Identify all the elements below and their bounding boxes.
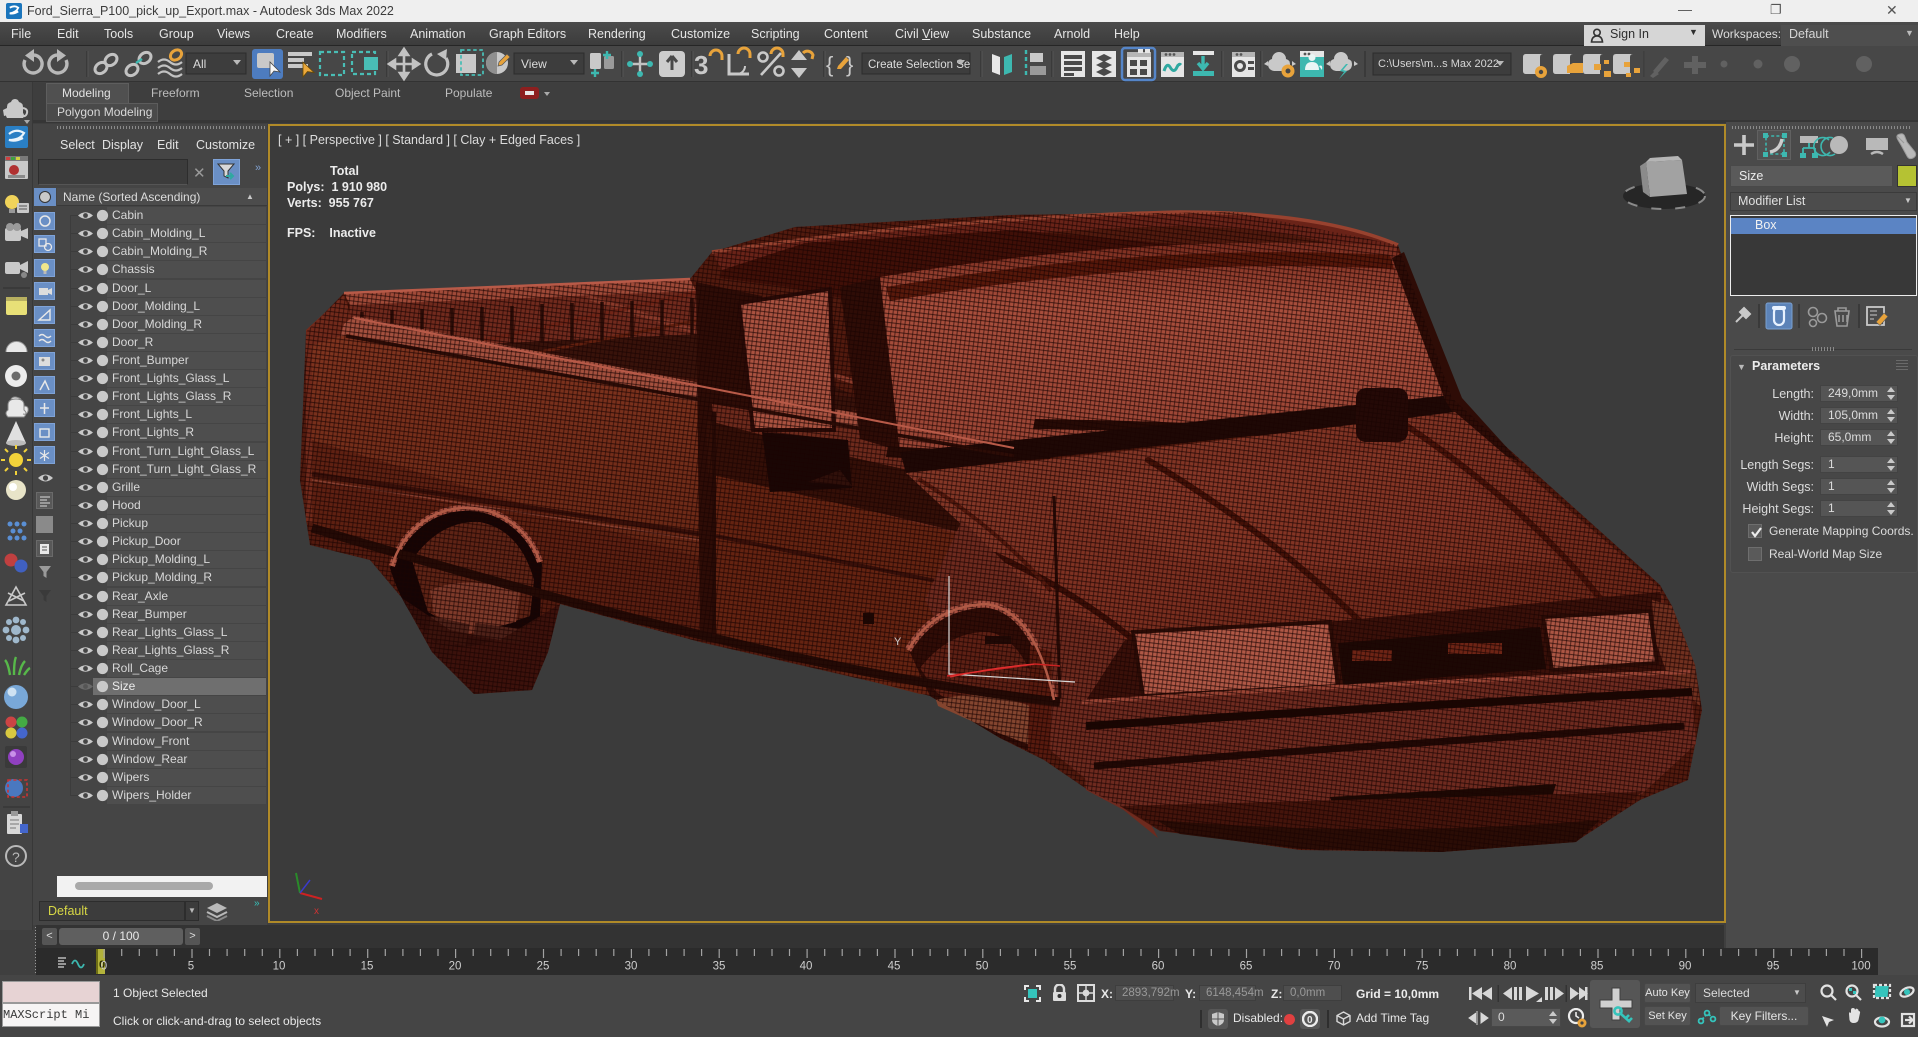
svg-text:Y: Y	[894, 636, 902, 648]
svg-text:45: 45	[888, 961, 901, 973]
svg-text:100: 100	[1851, 961, 1870, 973]
svg-text:30: 30	[625, 961, 638, 973]
svg-text:55: 55	[1064, 961, 1077, 973]
svg-text:x: x	[314, 906, 319, 917]
svg-text:10: 10	[273, 961, 286, 973]
svg-text:0: 0	[101, 961, 107, 973]
svg-text:60: 60	[1152, 961, 1165, 973]
svg-text:80: 80	[1504, 961, 1517, 973]
svg-text:15: 15	[361, 961, 374, 973]
svg-text:{: {	[826, 52, 833, 77]
svg-text:?: ?	[12, 849, 20, 865]
svg-text:75: 75	[1416, 961, 1429, 973]
svg-text:35: 35	[713, 961, 726, 973]
svg-text:90: 90	[1679, 961, 1692, 973]
svg-text:}: }	[846, 52, 853, 77]
svg-text:View: View	[521, 57, 547, 71]
svg-text:40: 40	[800, 961, 813, 973]
svg-text:85: 85	[1591, 961, 1604, 973]
svg-text:20: 20	[449, 961, 462, 973]
svg-text:All: All	[193, 57, 206, 71]
svg-text:C:\Users\m...s Max 2022: C:\Users\m...s Max 2022	[1378, 58, 1499, 70]
svg-text:3: 3	[694, 50, 708, 80]
svg-text:Create Selection Se: Create Selection Se	[868, 59, 970, 71]
svg-text:25: 25	[537, 961, 550, 973]
svg-text:65: 65	[1240, 961, 1253, 973]
svg-text:70: 70	[1328, 961, 1341, 973]
svg-text:50: 50	[976, 961, 989, 973]
svg-text:95: 95	[1767, 961, 1780, 973]
svg-text:0: 0	[1307, 1015, 1313, 1026]
svg-text:5: 5	[188, 961, 194, 973]
